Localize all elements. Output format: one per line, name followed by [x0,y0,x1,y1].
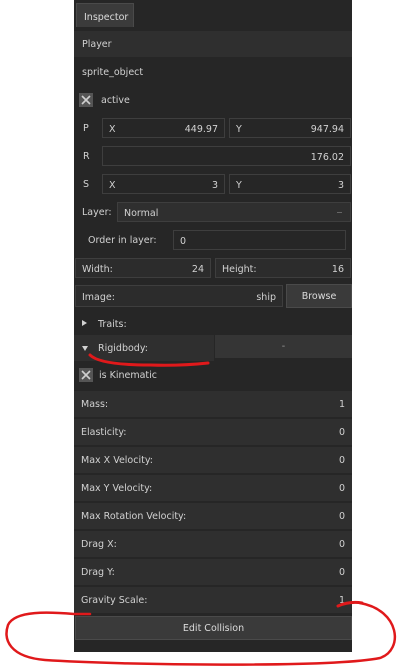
width-label: Width: [82,264,113,275]
property-label: Drag X: [81,539,117,550]
order-field[interactable]: 0 [173,230,346,250]
sprite-row: sprite_object [74,59,352,85]
browse-button[interactable]: Browse [286,284,352,308]
scale-y-field[interactable]: Y 3 [229,174,351,194]
order-label: Order in layer: [88,235,157,246]
layer-value: Normal [124,208,159,219]
image-row: Image: ship Browse [74,283,352,309]
height-field[interactable]: Height: 16 [215,258,351,278]
image-field[interactable]: Image: ship [75,285,283,307]
expand-arrow-icon [82,320,87,326]
active-label: active [101,95,130,106]
order-value: 0 [180,236,187,247]
rotation-label: R [83,151,90,162]
height-value: 16 [331,264,344,275]
scale-y-value: 3 [337,180,344,191]
rotation-value: 176.02 [310,152,344,163]
scale-x-value: 3 [211,180,218,191]
kinematic-row: is Kinematic [74,362,352,388]
rigidbody-dropdown[interactable]: - [215,335,352,358]
rigidbody-label: Rigidbody: [98,343,148,354]
dropdown-indicator-icon [337,212,342,213]
object-name: Player [82,39,112,50]
height-label: Height: [222,264,257,275]
property-label: Max Y Velocity: [81,483,153,494]
scale-label: S [83,179,90,190]
collapse-arrow-icon [82,346,88,351]
property-label: Gravity Scale: [81,595,148,606]
position-y-value: 947.94 [310,124,344,135]
sprite-label: sprite_object [82,67,144,78]
position-label: P [83,123,89,134]
property-value: 0 [338,539,345,550]
x-icon [81,95,91,105]
traits-label: Traits: [98,319,127,330]
property-label: Elasticity: [81,427,127,438]
property-value: 0 [338,455,345,466]
property-value: 0 [338,511,345,522]
kinematic-label: is Kinematic [99,370,158,381]
position-y-label: Y [236,124,242,135]
property-value: 0 [338,567,345,578]
x-icon [81,370,91,380]
rotation-field[interactable]: 176.02 [102,146,351,166]
position-x-label: X [109,124,116,135]
layer-row: Layer: Normal [74,199,352,225]
edit-collision-button[interactable]: Edit Collision [75,616,352,640]
position-row: P X 449.97 Y 947.94 [74,115,352,141]
size-row: Width: 24 Height: 16 [74,255,352,281]
tab-inspector[interactable]: Inspector [76,3,134,27]
order-row: Order in layer: 0 [74,227,352,253]
position-y-field[interactable]: Y 947.94 [229,118,351,138]
scale-x-field[interactable]: X 3 [102,174,225,194]
property-label: Drag Y: [81,567,115,578]
rigidbody-header[interactable]: Rigidbody: [74,335,214,361]
property-row[interactable]: Gravity Scale: 1 [74,587,352,613]
layer-label: Layer: [82,207,112,218]
property-value: 1 [338,595,345,606]
property-row[interactable]: Elasticity: 0 [74,419,352,445]
rotation-row: R 176.02 [74,143,352,169]
property-row[interactable]: Drag Y: 0 [74,559,352,585]
property-row[interactable]: Max Rotation Velocity: 0 [74,503,352,529]
property-value: 0 [338,427,345,438]
layer-dropdown[interactable]: Normal [117,202,351,222]
property-row[interactable]: Max X Velocity: 0 [74,447,352,473]
property-value: 1 [338,399,345,410]
image-label: Image: [82,292,115,303]
inspector-panel: Inspector Player sprite_object active P … [74,0,352,652]
width-field[interactable]: Width: 24 [75,258,211,278]
active-checkbox[interactable] [79,93,93,107]
property-label: Mass: [81,399,109,410]
scale-y-label: Y [236,180,242,191]
traits-row[interactable]: Traits: [74,311,352,337]
kinematic-checkbox[interactable] [79,368,93,382]
scale-x-label: X [109,180,116,191]
object-name-row: Player [74,31,352,57]
position-x-value: 449.97 [184,124,218,135]
width-value: 24 [191,264,204,275]
property-row[interactable]: Drag X: 0 [74,531,352,557]
property-row[interactable]: Mass: 1 [74,391,352,417]
property-value: 0 [338,483,345,494]
property-row[interactable]: Max Y Velocity: 0 [74,475,352,501]
property-label: Max Rotation Velocity: [81,511,187,522]
position-x-field[interactable]: X 449.97 [102,118,225,138]
image-value: ship [256,292,276,303]
active-row: active [74,87,352,113]
scale-row: S X 3 Y 3 [74,171,352,197]
property-label: Max X Velocity: [81,455,153,466]
